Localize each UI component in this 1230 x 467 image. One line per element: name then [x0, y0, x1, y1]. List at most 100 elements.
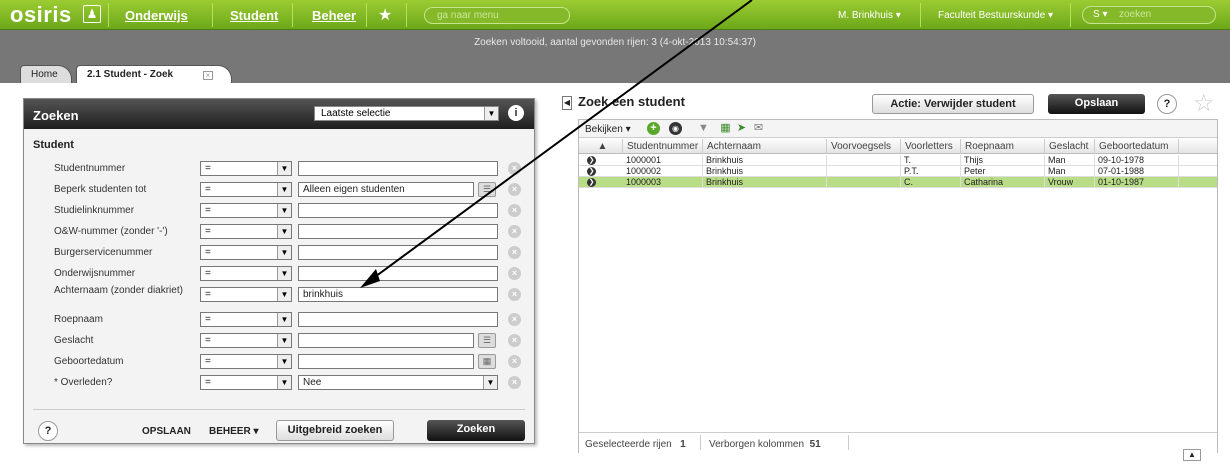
field-row-geboortedatum: Geboortedatum = ▼ ▦ × — [24, 353, 534, 371]
clear-icon[interactable]: × — [508, 225, 521, 238]
user-dropdown[interactable]: M. Brinkhuis ▾ — [838, 10, 901, 21]
filter-icon[interactable]: ▼ — [697, 122, 710, 135]
chevron-down-icon[interactable]: ▼ — [277, 376, 291, 389]
binoculars-icon[interactable]: ◉ — [669, 122, 682, 135]
add-icon[interactable]: + — [647, 122, 660, 135]
chevron-down-icon[interactable]: ▼ — [277, 334, 291, 347]
cell-achternaam: Brinkhuis — [703, 166, 827, 177]
clear-icon[interactable]: × — [508, 204, 521, 217]
help-icon[interactable]: ? — [38, 421, 58, 441]
list-lookup-icon[interactable]: ☰ — [478, 182, 496, 197]
info-icon[interactable]: i — [508, 105, 524, 121]
mail-icon[interactable]: ✉ — [752, 122, 765, 135]
table-row[interactable]: ❯ 1000001 Brinkhuis T. Thijs Man 09-10-1… — [579, 155, 1217, 166]
column-header[interactable]: Voorletters — [901, 139, 961, 154]
column-header[interactable]: Studentnummer — [623, 139, 703, 154]
operator-select[interactable]: = ▼ — [200, 287, 292, 302]
collapse-left-icon[interactable]: ◀ — [562, 96, 572, 110]
clear-icon[interactable]: × — [508, 313, 521, 326]
chevron-down-icon[interactable]: ▼ — [483, 376, 497, 389]
open-row-icon[interactable]: ❯ — [587, 156, 596, 165]
value-input[interactable] — [298, 203, 498, 218]
advanced-search-button[interactable]: Uitgebreid zoeken — [276, 420, 394, 441]
chevron-down-icon[interactable]: ▼ — [277, 355, 291, 368]
clear-icon[interactable]: × — [508, 376, 521, 389]
chevron-down-icon[interactable]: ▼ — [277, 267, 291, 280]
clear-icon[interactable]: × — [508, 288, 521, 301]
operator-select[interactable]: = ▼ — [200, 224, 292, 239]
excel-export-icon[interactable]: ▦ — [719, 122, 732, 135]
column-header[interactable]: Geboortedatum — [1095, 139, 1179, 154]
tab-close-icon[interactable]: × — [203, 71, 213, 80]
scroll-to-top-icon[interactable]: ▲ — [1183, 449, 1201, 461]
chevron-down-icon[interactable]: ▼ — [277, 246, 291, 259]
table-row-selected[interactable]: ❯ 1000003 Brinkhuis C. Catharina Vrouw 0… — [579, 177, 1217, 188]
nav-beheer[interactable]: Beheer — [312, 8, 356, 23]
chevron-down-icon[interactable]: ▼ — [277, 313, 291, 326]
table-row[interactable]: ❯ 1000002 Brinkhuis P.T. Peter Man 07-01… — [579, 166, 1217, 177]
value-input[interactable] — [298, 224, 498, 239]
view-dropdown[interactable]: Bekijken ▾ — [585, 124, 631, 135]
clear-icon[interactable]: × — [508, 355, 521, 368]
chevron-down-icon[interactable]: ▼ — [484, 107, 498, 120]
clear-icon[interactable]: × — [508, 183, 521, 196]
chevron-down-icon[interactable]: ▼ — [277, 288, 291, 301]
open-row-icon[interactable]: ❯ — [587, 167, 596, 176]
value-input[interactable]: brinkhuis — [298, 287, 498, 302]
column-header[interactable]: Voorvoegsels — [827, 139, 901, 154]
nav-student[interactable]: Student — [230, 8, 278, 23]
operator-select[interactable]: = ▼ — [200, 375, 292, 390]
saved-selection-dropdown[interactable]: Laatste selectie ▼ — [314, 106, 499, 121]
export-arrow-icon[interactable]: ➤ — [735, 122, 748, 135]
value-input[interactable]: Alleen eigen studenten — [298, 182, 474, 197]
clear-icon[interactable]: × — [508, 267, 521, 280]
value-input[interactable] — [298, 266, 498, 281]
operator-select[interactable]: = ▼ — [200, 161, 292, 176]
global-search-input[interactable]: zoeken — [1119, 9, 1151, 20]
value-input[interactable] — [298, 245, 498, 260]
column-header[interactable]: Geslacht — [1045, 139, 1095, 154]
operator-select[interactable]: = ▼ — [200, 182, 292, 197]
search-button[interactable]: Zoeken — [427, 420, 525, 441]
clear-icon[interactable]: × — [508, 246, 521, 259]
open-row-icon[interactable]: ❯ — [587, 178, 596, 187]
clear-icon[interactable]: × — [508, 334, 521, 347]
help-icon[interactable]: ? — [1157, 94, 1177, 114]
global-search[interactable]: S ▾ zoeken — [1082, 6, 1216, 24]
value-input[interactable] — [298, 333, 474, 348]
search-panel: Zoeken Laatste selectie ▼ i Student Stud… — [23, 98, 535, 444]
column-header[interactable]: Achternaam — [703, 139, 827, 154]
operator-select[interactable]: = ▼ — [200, 333, 292, 348]
manage-dropdown[interactable]: BEHEER ▾ — [209, 426, 258, 437]
chevron-down-icon[interactable]: ▼ — [277, 225, 291, 238]
search-scope-dropdown[interactable]: S ▾ — [1093, 9, 1107, 20]
value-input[interactable] — [298, 312, 498, 327]
operator-select[interactable]: = ▼ — [200, 354, 292, 369]
operator-select[interactable]: = ▼ — [200, 245, 292, 260]
operator-select[interactable]: = ▼ — [200, 266, 292, 281]
value-input[interactable] — [298, 354, 474, 369]
value-input[interactable] — [298, 161, 498, 176]
operator-select[interactable]: = ▼ — [200, 203, 292, 218]
favorite-star-icon[interactable]: ☆ — [1193, 89, 1215, 118]
chevron-down-icon[interactable]: ▼ — [277, 162, 291, 175]
select-column-header[interactable]: ▲ — [579, 139, 623, 154]
nav-onderwijs[interactable]: Onderwijs — [125, 8, 188, 23]
app-logo[interactable]: osiris — [10, 2, 72, 28]
tab-home[interactable]: Home — [20, 65, 72, 84]
clear-icon[interactable]: × — [508, 162, 521, 175]
calendar-icon[interactable]: ▦ — [478, 354, 496, 369]
delete-student-action-button[interactable]: Actie: Verwijder student — [872, 94, 1034, 114]
operator-select[interactable]: = ▼ — [200, 312, 292, 327]
chevron-down-icon[interactable]: ▼ — [277, 204, 291, 217]
chevron-down-icon[interactable]: ▼ — [277, 183, 291, 196]
list-lookup-icon[interactable]: ☰ — [478, 333, 496, 348]
column-header[interactable]: Roepnaam — [961, 139, 1045, 154]
faculty-dropdown[interactable]: Faculteit Bestuurskunde ▾ — [938, 10, 1053, 21]
menu-search-input[interactable]: ga naar menu — [424, 7, 570, 24]
nav-separator — [406, 3, 407, 27]
value-select[interactable]: Nee ▼ — [298, 375, 498, 390]
save-button[interactable]: Opslaan — [1048, 94, 1145, 114]
save-search-button[interactable]: OPSLAAN — [142, 426, 191, 437]
favorites-star-icon[interactable]: ★ — [378, 5, 392, 25]
